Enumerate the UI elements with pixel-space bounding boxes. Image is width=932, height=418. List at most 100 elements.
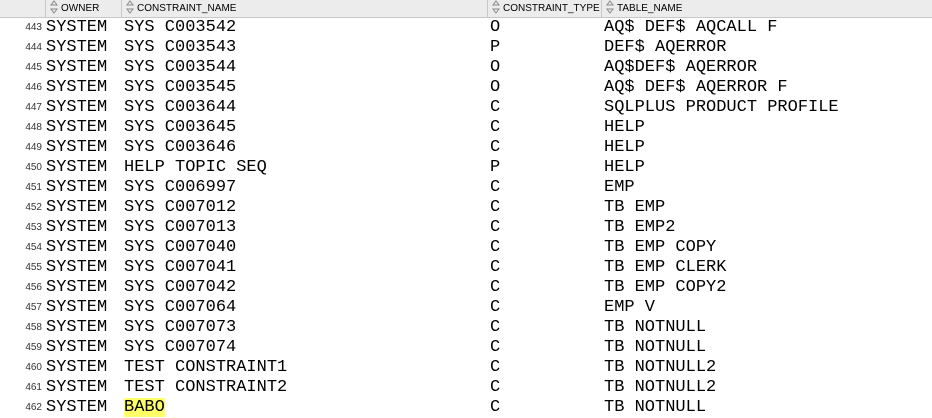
cell-owner[interactable]: SYSTEM	[46, 178, 122, 198]
table-row[interactable]: 461 SYSTEM TEST CONSTRAINT2 C TB NOTNULL2	[0, 378, 932, 398]
column-header-constraint-name[interactable]: CONSTRAINT_NAME	[122, 0, 488, 17]
table-row[interactable]: 449 SYSTEM SYS C003646 C HELP	[0, 138, 932, 158]
cell-constraint-name[interactable]: SYS C007041	[124, 258, 488, 278]
cell-owner[interactable]: SYSTEM	[46, 298, 122, 318]
cell-constraint-name[interactable]: TEST CONSTRAINT2	[124, 378, 488, 398]
cell-constraint-name[interactable]: SYS C003645	[124, 118, 488, 138]
cell-constraint-type[interactable]: O	[490, 18, 600, 38]
table-row[interactable]: 451 SYSTEM SYS C006997 C EMP	[0, 178, 932, 198]
table-row[interactable]: 457 SYSTEM SYS C007064 C EMP V	[0, 298, 932, 318]
cell-owner[interactable]: SYSTEM	[46, 18, 122, 38]
cell-constraint-type[interactable]: C	[490, 98, 600, 118]
column-header-constraint-type[interactable]: CONSTRAINT_TYPE	[488, 0, 602, 17]
cell-constraint-name[interactable]: BABO	[124, 398, 488, 418]
cell-table-name[interactable]: DEF$ AQERROR	[604, 38, 932, 58]
cell-owner[interactable]: SYSTEM	[46, 278, 122, 298]
cell-constraint-type[interactable]: P	[490, 38, 600, 58]
cell-table-name[interactable]: TB NOTNULL	[604, 338, 932, 358]
table-row[interactable]: 458 SYSTEM SYS C007073 C TB NOTNULL	[0, 318, 932, 338]
cell-constraint-type[interactable]: C	[490, 178, 600, 198]
table-row[interactable]: 448 SYSTEM SYS C003645 C HELP	[0, 118, 932, 138]
cell-constraint-name[interactable]: SYS C003646	[124, 138, 488, 158]
cell-constraint-name[interactable]: SYS C007013	[124, 218, 488, 238]
cell-owner[interactable]: SYSTEM	[46, 258, 122, 278]
cell-table-name[interactable]: AQ$ DEF$ AQCALL F	[604, 18, 932, 38]
cell-table-name[interactable]: TB EMP CLERK	[604, 258, 932, 278]
cell-constraint-name[interactable]: SYS C003543	[124, 38, 488, 58]
cell-owner[interactable]: SYSTEM	[46, 378, 122, 398]
table-row[interactable]: 453 SYSTEM SYS C007013 C TB EMP2	[0, 218, 932, 238]
table-row[interactable]: 446 SYSTEM SYS C003545 O AQ$ DEF$ AQERROR F	[0, 78, 932, 98]
cell-owner[interactable]: SYSTEM	[46, 38, 122, 58]
cell-table-name[interactable]: SQLPLUS PRODUCT PROFILE	[604, 98, 932, 118]
cell-constraint-name[interactable]: SYS C007064	[124, 298, 488, 318]
cell-constraint-name[interactable]: SYS C006997	[124, 178, 488, 198]
table-row[interactable]: 445 SYSTEM SYS C003544 O AQ$DEF$ AQERROR	[0, 58, 932, 78]
cell-constraint-type[interactable]: P	[490, 158, 600, 178]
cell-owner[interactable]: SYSTEM	[46, 138, 122, 158]
cell-constraint-name[interactable]: SYS C003644	[124, 98, 488, 118]
cell-owner[interactable]: SYSTEM	[46, 398, 122, 418]
cell-table-name[interactable]: EMP V	[604, 298, 932, 318]
cell-constraint-type[interactable]: C	[490, 298, 600, 318]
cell-constraint-type[interactable]: C	[490, 338, 600, 358]
cell-constraint-type[interactable]: C	[490, 378, 600, 398]
cell-constraint-name[interactable]: SYS C003542	[124, 18, 488, 38]
cell-table-name[interactable]: TB NOTNULL	[604, 398, 932, 418]
cell-table-name[interactable]: AQ$DEF$ AQERROR	[604, 58, 932, 78]
cell-constraint-type[interactable]: C	[490, 238, 600, 258]
cell-constraint-type[interactable]: C	[490, 218, 600, 238]
cell-table-name[interactable]: TB EMP COPY2	[604, 278, 932, 298]
cell-owner[interactable]: SYSTEM	[46, 318, 122, 338]
cell-constraint-name[interactable]: SYS C007073	[124, 318, 488, 338]
cell-constraint-name[interactable]: SYS C003545	[124, 78, 488, 98]
cell-constraint-type[interactable]: O	[490, 58, 600, 78]
cell-table-name[interactable]: AQ$ DEF$ AQERROR F	[604, 78, 932, 98]
table-row[interactable]: 452 SYSTEM SYS C007012 C TB EMP	[0, 198, 932, 218]
cell-owner[interactable]: SYSTEM	[46, 338, 122, 358]
table-row[interactable]: 456 SYSTEM SYS C007042 C TB EMP COPY2	[0, 278, 932, 298]
table-row[interactable]: 459 SYSTEM SYS C007074 C TB NOTNULL	[0, 338, 932, 358]
cell-owner[interactable]: SYSTEM	[46, 198, 122, 218]
cell-owner[interactable]: SYSTEM	[46, 218, 122, 238]
column-header-owner[interactable]: OWNER	[46, 0, 122, 17]
cell-owner[interactable]: SYSTEM	[46, 98, 122, 118]
cell-constraint-name[interactable]: SYS C007040	[124, 238, 488, 258]
cell-constraint-type[interactable]: C	[490, 258, 600, 278]
cell-owner[interactable]: SYSTEM	[46, 78, 122, 98]
cell-table-name[interactable]: HELP	[604, 118, 932, 138]
table-row[interactable]: 447 SYSTEM SYS C003644 C SQLPLUS PRODUCT PRO…	[0, 98, 932, 118]
cell-table-name[interactable]: TB NOTNULL	[604, 318, 932, 338]
cell-constraint-type[interactable]: C	[490, 398, 600, 418]
cell-table-name[interactable]: EMP	[604, 178, 932, 198]
cell-owner[interactable]: SYSTEM	[46, 158, 122, 178]
table-row[interactable]: 443 SYSTEM SYS C003542 O AQ$ DEF$ AQCALL F	[0, 18, 932, 38]
cell-constraint-type[interactable]: C	[490, 318, 600, 338]
cell-constraint-name[interactable]: SYS C007074	[124, 338, 488, 358]
column-header-table-name[interactable]: TABLE_NAME	[602, 0, 932, 17]
table-row[interactable]: 450 SYSTEM HELP TOPIC SEQ P HELP	[0, 158, 932, 178]
cell-table-name[interactable]: TB NOTNULL2	[604, 358, 932, 378]
cell-owner[interactable]: SYSTEM	[46, 118, 122, 138]
cell-table-name[interactable]: HELP	[604, 158, 932, 178]
table-row[interactable]: 454 SYSTEM SYS C007040 C TB EMP COPY	[0, 238, 932, 258]
table-row[interactable]: 455 SYSTEM SYS C007041 C TB EMP CLERK	[0, 258, 932, 278]
cell-constraint-name[interactable]: SYS C007042	[124, 278, 488, 298]
cell-owner[interactable]: SYSTEM	[46, 238, 122, 258]
table-row[interactable]: 462 SYSTEM BABO C TB NOTNULL	[0, 398, 932, 418]
table-row[interactable]: 444 SYSTEM SYS C003543 P DEF$ AQERROR	[0, 38, 932, 58]
cell-table-name[interactable]: TB EMP	[604, 198, 932, 218]
cell-constraint-type[interactable]: O	[490, 78, 600, 98]
cell-owner[interactable]: SYSTEM	[46, 358, 122, 378]
cell-constraint-type[interactable]: C	[490, 118, 600, 138]
cell-constraint-name[interactable]: SYS C007012	[124, 198, 488, 218]
cell-constraint-name[interactable]: TEST CONSTRAINT1	[124, 358, 488, 378]
cell-table-name[interactable]: TB EMP COPY	[604, 238, 932, 258]
cell-constraint-name[interactable]: SYS C003544	[124, 58, 488, 78]
cell-constraint-name[interactable]: HELP TOPIC SEQ	[124, 158, 488, 178]
cell-constraint-type[interactable]: C	[490, 358, 600, 378]
cell-constraint-type[interactable]: C	[490, 138, 600, 158]
cell-owner[interactable]: SYSTEM	[46, 58, 122, 78]
table-row[interactable]: 460 SYSTEM TEST CONSTRAINT1 C TB NOTNULL2	[0, 358, 932, 378]
cell-table-name[interactable]: HELP	[604, 138, 932, 158]
